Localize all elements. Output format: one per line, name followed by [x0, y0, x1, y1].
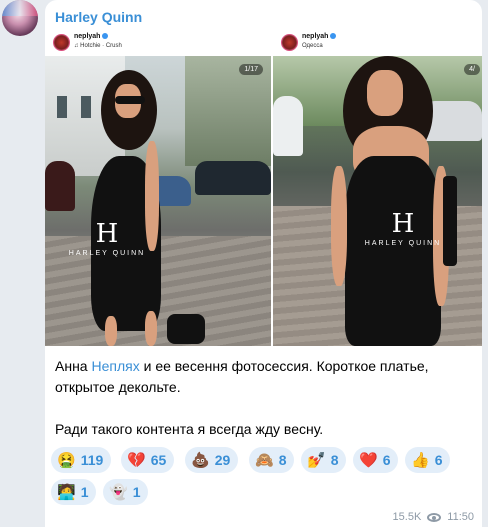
ig-header: neplyah Одесса	[273, 30, 482, 56]
ghost-emoji-icon: 👻	[109, 483, 128, 501]
verified-badge-icon	[102, 33, 109, 40]
eye-icon	[427, 512, 442, 522]
ig-avatar	[281, 34, 298, 51]
reaction-ghost[interactable]: 👻 1	[103, 479, 149, 505]
message-paragraph-1: Анна Неплях и ее весення фотосессия. Кор…	[55, 358, 429, 395]
photo-scene: H HARLEY QUINN 1/17	[45, 56, 271, 346]
mention-link[interactable]: Неплях	[91, 358, 139, 374]
thumbs-up-emoji-icon: 👍	[411, 451, 430, 469]
reaction-thumbs-up[interactable]: 👍 6	[405, 447, 451, 473]
nail-polish-emoji-icon: 💅	[307, 451, 326, 469]
ig-header: neplyah ♫ Hotchie · Crush	[45, 30, 271, 56]
reaction-vomit[interactable]: 🤮 119	[51, 447, 112, 473]
album-photo-2[interactable]: neplyah Одесса ··· H HARLEY QUINN	[273, 30, 482, 346]
message-meta: 15.5K 11:50	[393, 511, 474, 523]
watermark-logo: H HARLEY QUINN	[68, 219, 146, 257]
reaction-technologist[interactable]: 🧑‍💻 1	[51, 479, 97, 505]
ig-avatar	[53, 34, 70, 51]
vomit-emoji-icon: 🤮	[57, 451, 76, 469]
message-paragraph-2: Ради такого контента я всегда жду весну.	[55, 421, 324, 437]
watermark-logo: H HARLEY QUINN	[364, 209, 442, 247]
views-count: 15.5K	[392, 511, 422, 523]
reaction-see-no-evil[interactable]: 🙈 8	[249, 447, 295, 473]
reaction-heart[interactable]: ❤️ 6	[353, 447, 399, 473]
broken-heart-emoji-icon: 💔	[127, 451, 146, 469]
album-photo-1[interactable]: neplyah ♫ Hotchie · Crush H HARLEY QUINN…	[45, 30, 271, 346]
message-bubble: Harley Quinn neplyah ♫ Hotchie · Crush H…	[45, 0, 482, 527]
heart-emoji-icon: ❤️	[359, 451, 378, 469]
ig-music-label: ♫ Hotchie · Crush	[74, 43, 122, 49]
photo-counter: 4/	[464, 64, 480, 75]
message-time: 11:50	[447, 511, 474, 523]
reaction-broken-heart[interactable]: 💔 65	[121, 447, 175, 473]
technologist-emoji-icon: 🧑‍💻	[57, 483, 76, 501]
ig-username: neplyah	[74, 33, 101, 40]
verified-badge-icon	[330, 33, 337, 40]
channel-name[interactable]: Harley Quinn	[55, 9, 142, 25]
photo-album: neplyah ♫ Hotchie · Crush H HARLEY QUINN…	[45, 30, 482, 346]
poop-emoji-icon: 💩	[191, 451, 210, 469]
see-no-evil-emoji-icon: 🙈	[255, 451, 274, 469]
channel-avatar[interactable]	[2, 0, 38, 36]
reaction-poop[interactable]: 💩 29	[185, 447, 239, 473]
message-text: Анна Неплях и ее весення фотосессия. Кор…	[55, 356, 475, 440]
ig-location-label: Одесса	[302, 43, 323, 49]
ig-username: neplyah	[302, 33, 329, 40]
photo-scene: H HARLEY QUINN 4/	[273, 56, 482, 346]
reaction-nail-polish[interactable]: 💅 8	[301, 447, 347, 473]
photo-counter: 1/17	[239, 64, 263, 75]
